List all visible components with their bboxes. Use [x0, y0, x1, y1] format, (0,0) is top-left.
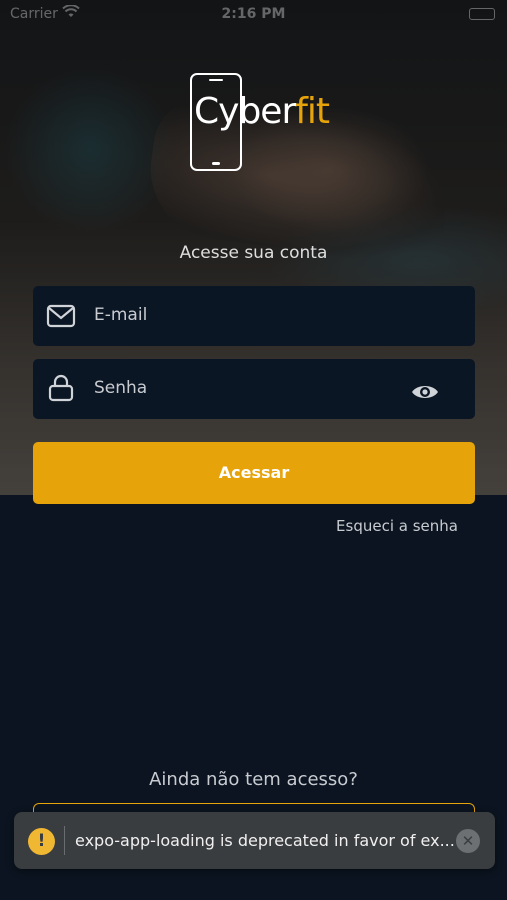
email-field[interactable]: E-mail: [33, 286, 475, 346]
deprecation-toast[interactable]: ! expo-app-loading is deprecated in favo…: [14, 812, 495, 869]
brand-wordmark: Cyberfit: [194, 91, 330, 132]
lock-icon: [48, 374, 74, 402]
signup-prompt: Ainda não tem acesso?: [149, 769, 358, 790]
battery-icon: [469, 8, 495, 20]
forgot-password-link[interactable]: Esqueci a senha: [336, 517, 458, 535]
clock: 2:16 PM: [221, 6, 286, 22]
toast-message: expo-app-loading is deprecated in favor …: [75, 831, 455, 850]
login-title: Acesse sua conta: [179, 243, 328, 263]
cyberfit-logo: Cyberfit: [190, 73, 330, 173]
email-placeholder: E-mail: [94, 305, 148, 325]
password-placeholder: Senha: [94, 378, 148, 398]
login-button[interactable]: Acessar: [33, 442, 475, 504]
mail-icon: [46, 304, 76, 328]
close-icon[interactable]: ✕: [456, 829, 480, 853]
status-bar: Carrier 2:16 PM: [0, 0, 507, 30]
toast-divider: [64, 826, 65, 855]
warning-icon: !: [28, 828, 55, 855]
password-field[interactable]: Senha: [33, 359, 475, 419]
eye-icon[interactable]: [411, 383, 439, 401]
